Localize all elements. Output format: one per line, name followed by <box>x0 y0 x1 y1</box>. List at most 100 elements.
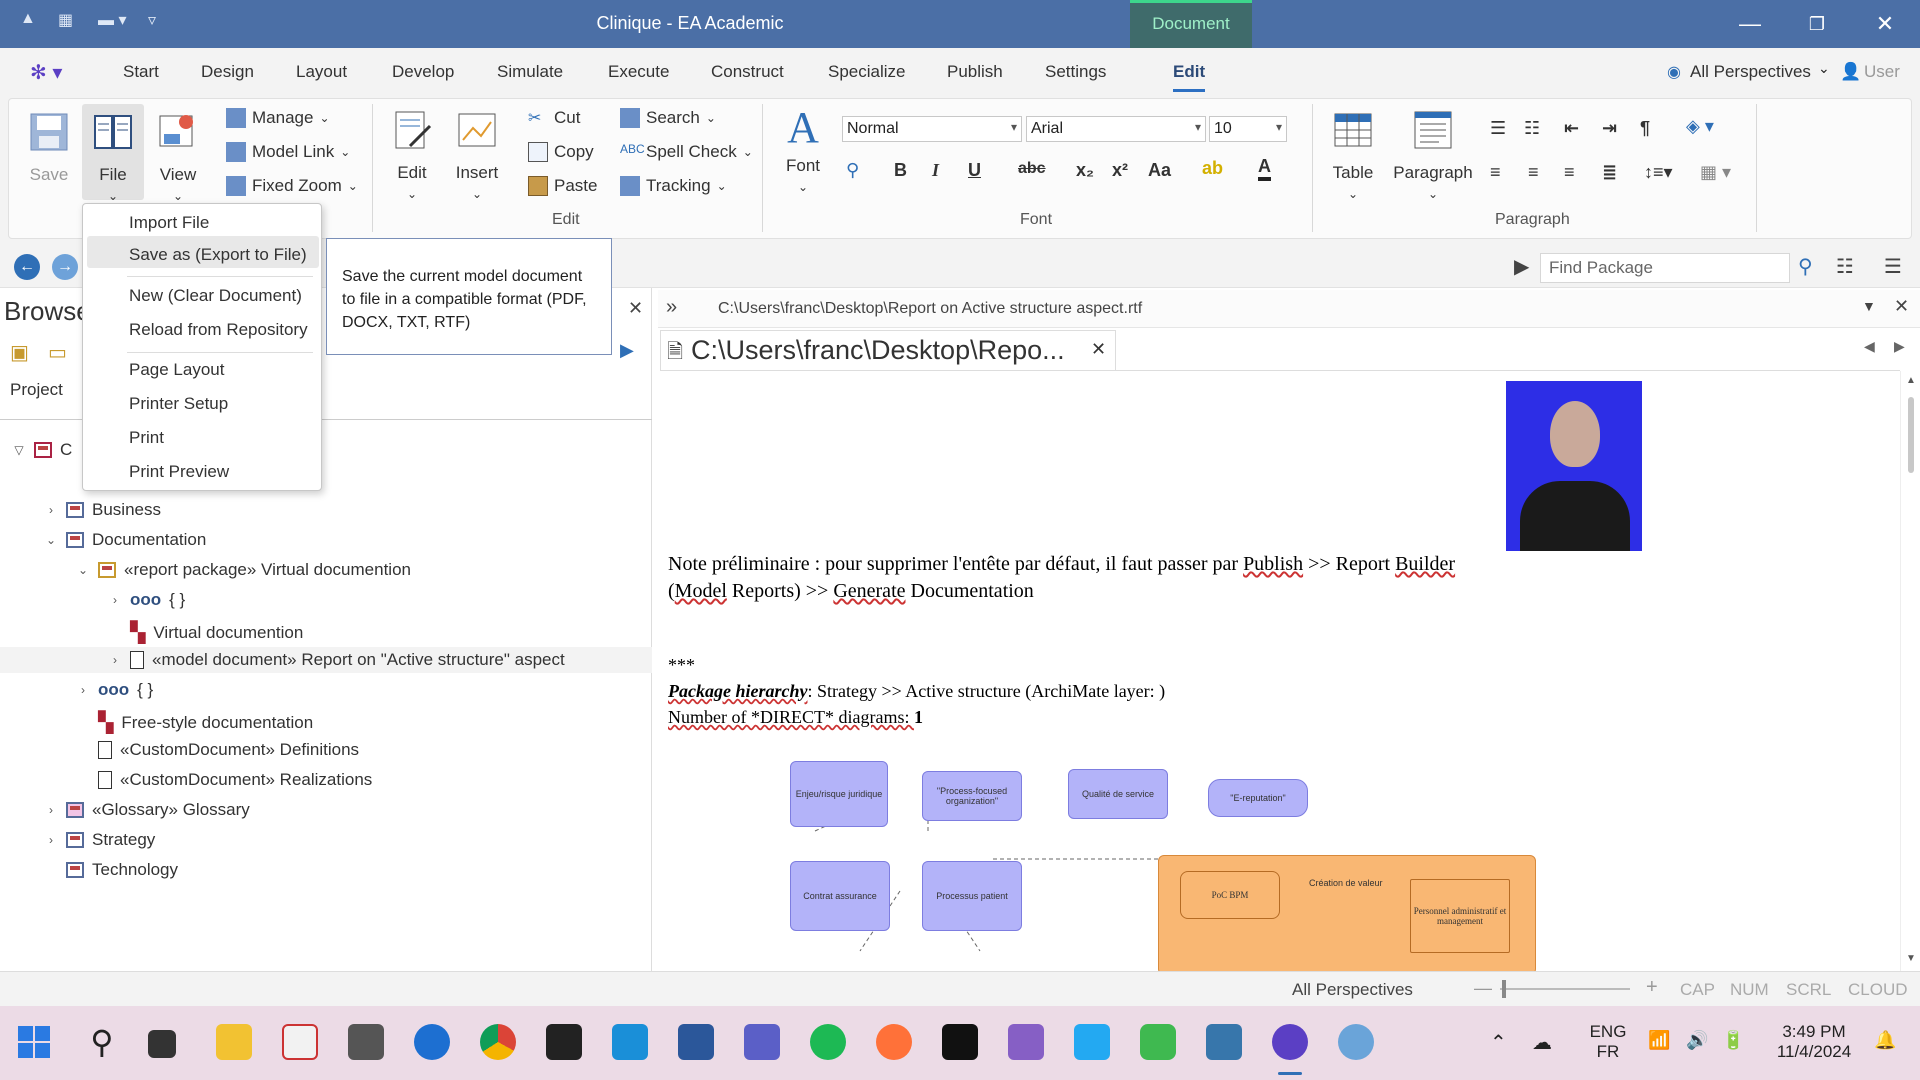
change-case-icon[interactable]: Aa <box>1148 160 1171 181</box>
view-button[interactable]: View ⌄ <box>154 110 202 205</box>
dropdown-icon[interactable]: ▼ <box>1862 298 1876 314</box>
tab-design[interactable]: Design <box>201 62 254 82</box>
all-perspectives-dropdown[interactable]: All Perspectives <box>1690 62 1811 82</box>
font-combo[interactable]: Arial <box>1026 116 1206 142</box>
scroll-down-icon[interactable]: ▼ <box>1906 953 1916 964</box>
enterprise-architect-icon[interactable] <box>1272 1024 1308 1060</box>
menu-item-save-as[interactable]: Save as (Export to File) <box>129 245 307 265</box>
tree-row[interactable]: ⌄ «report package» Virtual documention <box>76 560 411 580</box>
user-icon[interactable]: 👤 <box>1840 62 1861 82</box>
expand-icon[interactable]: › <box>108 653 122 667</box>
wifi-icon[interactable]: 📶 <box>1648 1030 1670 1051</box>
tree-row[interactable]: › Strategy <box>44 830 155 850</box>
align-center-icon[interactable]: ≡ <box>1528 162 1539 183</box>
collapse-icon[interactable]: ⌄ <box>76 563 90 577</box>
diagram-node[interactable]: Contrat assurance <box>790 861 890 931</box>
tab-project[interactable]: Project <box>10 380 63 400</box>
volume-icon[interactable]: 🔊 <box>1686 1030 1708 1051</box>
word-icon[interactable] <box>678 1024 714 1060</box>
back-icon[interactable]: ← <box>14 254 40 280</box>
document-body[interactable]: ▲ ▼ Note préliminaire : pour supprimer l… <box>660 370 1920 975</box>
tab-start[interactable]: Start <box>123 62 159 82</box>
diagram-node[interactable]: Enjeu/risque juridique <box>790 761 888 827</box>
copy-button[interactable]: Copy <box>528 142 594 162</box>
edit-button[interactable]: Edit ⌄ <box>390 108 434 203</box>
webstorm-icon[interactable] <box>942 1024 978 1060</box>
numbering-icon[interactable]: ☷ <box>1524 118 1540 139</box>
python-icon[interactable] <box>1206 1024 1242 1060</box>
bullets-icon[interactable]: ☰ <box>1490 118 1506 139</box>
menu-item-reload[interactable]: Reload from Repository <box>129 320 308 340</box>
menu-item-print-preview[interactable]: Print Preview <box>129 462 229 482</box>
search-button[interactable]: Search ⌄ <box>620 108 716 128</box>
format-painter-icon[interactable]: ⚲ <box>846 160 859 181</box>
save-button[interactable]: Save <box>26 110 72 185</box>
diagram-node[interactable]: Qualité de service <box>1068 769 1168 819</box>
context-tab-document[interactable]: Document <box>1130 0 1252 48</box>
tree-row[interactable]: › ooo { } <box>76 680 153 700</box>
collapse-icon[interactable]: ⌄ <box>44 533 58 547</box>
browser-app-icon[interactable] <box>414 1024 450 1060</box>
align-right-icon[interactable]: ≡ <box>1564 162 1575 183</box>
tracking-button[interactable]: Tracking ⌄ <box>620 176 727 196</box>
tab-publish[interactable]: Publish <box>947 62 1003 82</box>
double-chevron-icon[interactable]: » <box>666 296 677 319</box>
spell-check-button[interactable]: ABC Spell Check ⌄ <box>620 142 753 162</box>
close-icon[interactable]: ✕ <box>1091 339 1106 360</box>
style-combo[interactable]: Normal <box>842 116 1022 142</box>
menu-item-page-layout[interactable]: Page Layout <box>129 360 224 380</box>
vscode-icon[interactable] <box>1074 1024 1110 1060</box>
menu-item-printer-setup[interactable]: Printer Setup <box>129 394 228 414</box>
align-left-icon[interactable]: ≡ <box>1490 162 1501 183</box>
zoom-slider[interactable] <box>1500 988 1630 990</box>
clock[interactable]: 3:49 PM 11/4/2024 <box>1766 1022 1862 1062</box>
tree-row-selected[interactable]: › «model document» Report on "Active stru… <box>0 647 652 673</box>
pilcrow-icon[interactable]: ¶ <box>1640 118 1650 139</box>
paragraph-button[interactable]: Paragraph ⌄ <box>1392 108 1474 203</box>
tab-settings[interactable]: Settings <box>1045 62 1106 82</box>
highlight-icon[interactable]: ab <box>1202 158 1223 179</box>
language-indicator[interactable]: ENG FR <box>1586 1022 1630 1062</box>
app-menu-icon[interactable]: ✻ ▾ <box>30 60 62 85</box>
tree-row[interactable]: ▚ Virtual documention <box>108 620 303 645</box>
notifications-icon[interactable]: 🔔 <box>1874 1030 1896 1051</box>
windows-start-icon[interactable] <box>16 1024 52 1060</box>
expand-icon[interactable]: › <box>76 683 90 697</box>
tab-construct[interactable]: Construct <box>711 62 784 82</box>
scroll-right-icon[interactable]: ▶ <box>1894 338 1905 355</box>
size-combo[interactable]: 10 <box>1209 116 1287 142</box>
diagram-node[interactable]: PoC BPM <box>1180 871 1280 919</box>
insert-button[interactable]: Insert ⌄ <box>452 108 502 203</box>
calculator-icon[interactable] <box>348 1024 384 1060</box>
expand-icon[interactable]: › <box>44 803 58 817</box>
tree-row[interactable]: ⌄ Documentation <box>44 530 206 550</box>
manage-button[interactable]: Manage ⌄ <box>226 108 330 128</box>
diagram-node[interactable]: "Process-focused organization" <box>922 771 1022 821</box>
cloud-icon[interactable]: ☁ <box>1532 1030 1552 1055</box>
expand-right-icon[interactable]: ▶ <box>620 340 634 361</box>
bold-icon[interactable]: B <box>894 160 907 181</box>
paste-button[interactable]: Paste <box>528 176 597 196</box>
zoom-out-icon[interactable]: — <box>1474 978 1492 999</box>
expand-icon[interactable]: › <box>44 833 58 847</box>
tree-row[interactable]: › ooo { } <box>108 590 185 610</box>
file-button[interactable]: File ⌄ <box>82 104 144 203</box>
tab-develop[interactable]: Develop <box>392 62 454 82</box>
collapse-icon[interactable]: ▽ <box>12 443 26 457</box>
tree-row[interactable]: ▚ Free-style documentation <box>76 710 313 735</box>
minimize-icon[interactable]: — <box>1735 10 1765 38</box>
zoom-slider-thumb[interactable] <box>1502 980 1506 998</box>
chrome-icon[interactable] <box>480 1024 516 1060</box>
diagram-node[interactable]: Processus patient <box>922 861 1022 931</box>
expand-icon[interactable]: › <box>44 503 58 517</box>
tree-row[interactable]: «CustomDocument» Definitions <box>76 740 359 760</box>
user-label[interactable]: User <box>1864 62 1900 82</box>
list-options-icon[interactable]: ☷ <box>1836 254 1854 279</box>
model-link-button[interactable]: Model Link ⌄ <box>226 142 350 162</box>
close-icon[interactable]: ✕ <box>1870 10 1900 38</box>
document-tab[interactable]: 🗎 C:\Users\franc\Desktop\Repo... ✕ <box>660 330 1116 370</box>
snipping-tool-icon[interactable] <box>282 1024 318 1060</box>
diagram-node[interactable]: "E-reputation" <box>1208 779 1308 817</box>
app-icon[interactable] <box>1140 1024 1176 1060</box>
find-package-input[interactable]: Find Package <box>1540 253 1790 283</box>
